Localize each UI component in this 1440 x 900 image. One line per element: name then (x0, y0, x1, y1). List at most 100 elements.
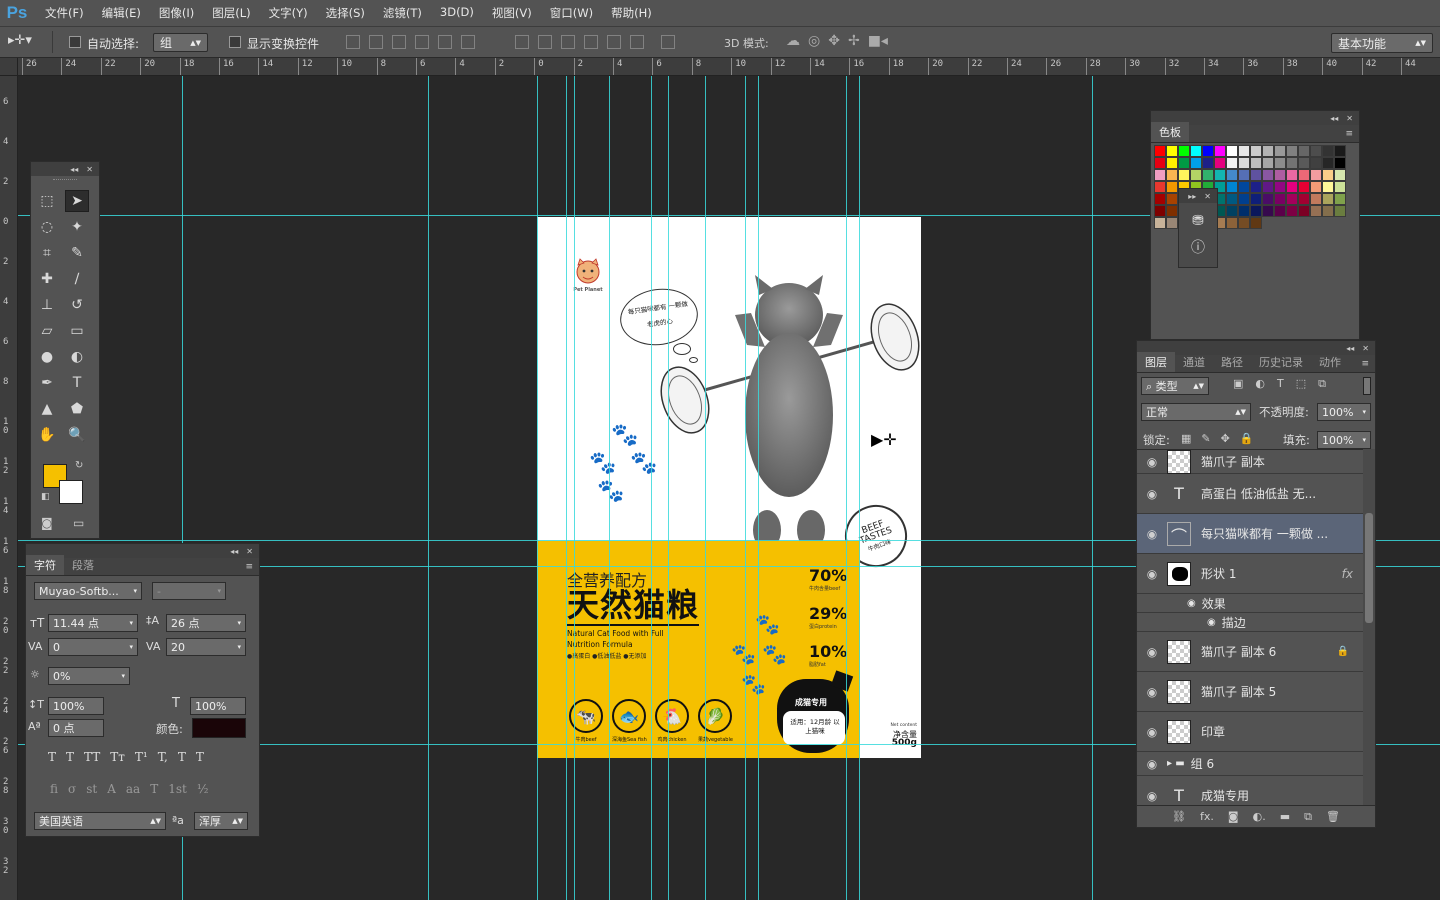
guide-vertical[interactable] (705, 76, 706, 900)
marquee-icon[interactable]: ⬚ (35, 190, 59, 212)
tab-character[interactable]: 字符 (26, 555, 64, 575)
3d-slide-icon[interactable]: ✢ (848, 33, 860, 49)
default-colors-icon[interactable]: ◧ (41, 492, 50, 502)
color-swatch[interactable] (1202, 169, 1214, 181)
3d-roll-icon[interactable]: ◎ (808, 33, 820, 49)
panel-menu-icon[interactable]: ≡ (239, 562, 259, 575)
color-swatch[interactable] (1226, 217, 1238, 229)
color-swatch[interactable] (1286, 157, 1298, 169)
color-swatch[interactable] (1298, 145, 1310, 157)
color-swatch[interactable] (1250, 181, 1262, 193)
visibility-eye-icon[interactable]: ◉ (1137, 455, 1167, 469)
color-swatch[interactable] (1298, 157, 1310, 169)
color-swatch[interactable] (1226, 181, 1238, 193)
color-swatch[interactable] (1298, 169, 1310, 181)
text-color-swatch[interactable] (192, 718, 246, 738)
hand-icon[interactable]: ✋ (35, 424, 59, 446)
color-swatch[interactable] (1238, 205, 1250, 217)
color-swatch[interactable] (1322, 169, 1334, 181)
lock-all-icon[interactable]: 🔒 (1240, 432, 1254, 445)
color-swatch[interactable] (1262, 181, 1274, 193)
visibility-eye-icon[interactable]: ◉ (1137, 527, 1167, 541)
distribute-left-icon[interactable] (584, 35, 598, 49)
guide-vertical[interactable] (846, 76, 847, 900)
distribute-bottom-icon[interactable] (561, 35, 575, 49)
distribute-hcenter-icon[interactable] (607, 35, 621, 49)
color-swatch[interactable] (1226, 169, 1238, 181)
color-swatch[interactable] (1166, 193, 1178, 205)
language-select[interactable]: 美国英语 ▲▼ (34, 812, 166, 830)
fill-input[interactable]: 100% ▾ (1317, 431, 1371, 449)
color-swatch[interactable] (1274, 205, 1286, 217)
layer-row[interactable]: ◉ 效果 (1137, 594, 1363, 613)
color-swatch[interactable] (1334, 181, 1346, 193)
horizontal-scale-input[interactable]: 100% (190, 697, 246, 715)
scroll-thumb[interactable] (1365, 513, 1373, 623)
color-swatch[interactable] (1154, 217, 1166, 229)
menu-item[interactable]: 文字(Y) (258, 5, 315, 21)
menu-item[interactable]: 3D(D) (429, 5, 481, 21)
align-bottom-icon[interactable] (392, 35, 406, 49)
fx-badge-icon[interactable]: fx (1342, 567, 1353, 581)
color-swatch[interactable] (1286, 145, 1298, 157)
filter-toggle[interactable] (1363, 377, 1371, 395)
tab-actions[interactable]: 动作 (1311, 352, 1349, 372)
close-icon[interactable]: ✕ (1204, 192, 1211, 201)
color-swatch[interactable] (1154, 145, 1166, 157)
folder-icon[interactable]: ▸ ▬ (1167, 758, 1185, 769)
guide-vertical[interactable] (651, 76, 652, 900)
history-brush-icon[interactable]: ↺ (65, 294, 89, 316)
text-style-button[interactable]: T (196, 750, 204, 764)
panel-menu-icon[interactable]: ≡ (1355, 359, 1375, 372)
color-swatch[interactable] (1250, 169, 1262, 181)
color-swatch[interactable] (1226, 145, 1238, 157)
color-swatch[interactable] (1226, 205, 1238, 217)
tab-paragraph[interactable]: 段落 (64, 555, 102, 575)
color-swatch[interactable] (1298, 193, 1310, 205)
color-swatch[interactable] (1154, 181, 1166, 193)
eyedropper-icon[interactable]: ✎ (65, 242, 89, 264)
menu-item[interactable]: 选择(S) (315, 5, 372, 21)
color-swatch[interactable] (1238, 157, 1250, 169)
effect-eye-icon[interactable]: ◉ (1187, 598, 1196, 609)
color-swatch[interactable] (1226, 193, 1238, 205)
color-swatch[interactable] (1274, 157, 1286, 169)
stamp-icon[interactable]: ⊥ (35, 294, 59, 316)
color-swatch[interactable] (1238, 217, 1250, 229)
color-swatch[interactable] (1154, 157, 1166, 169)
swap-colors-icon[interactable]: ↻ (75, 460, 83, 471)
color-swatch[interactable] (1334, 157, 1346, 169)
opacity-input[interactable]: 100% ▾ (1317, 403, 1371, 421)
text-style-button[interactable]: T, (158, 750, 168, 764)
color-swatch[interactable] (1250, 205, 1262, 217)
move-icon[interactable]: ➤ (65, 190, 89, 212)
guide-vertical[interactable] (668, 76, 669, 900)
filter-adjust-icon[interactable]: ◐ (1255, 377, 1265, 391)
color-swatch[interactable] (1190, 169, 1202, 181)
color-swatch[interactable] (1238, 181, 1250, 193)
color-swatch[interactable] (1190, 157, 1202, 169)
color-swatch[interactable] (1322, 193, 1334, 205)
tsume-input[interactable]: 0% ▾ (48, 667, 130, 685)
color-swatch[interactable] (1262, 157, 1274, 169)
menu-item[interactable]: 视图(V) (481, 5, 539, 21)
menu-item[interactable]: 图像(I) (148, 5, 201, 21)
color-swatch[interactable] (1310, 205, 1322, 217)
3d-drag-icon[interactable]: ✥ (828, 33, 840, 49)
opentype-button[interactable]: 1st (168, 782, 187, 796)
color-swatch[interactable] (1274, 145, 1286, 157)
visibility-eye-icon[interactable]: ◉ (1137, 645, 1167, 659)
opentype-button[interactable]: A (107, 782, 116, 796)
color-swatch[interactable] (1310, 193, 1322, 205)
quick-mask-icon[interactable]: ◙ (41, 516, 53, 530)
expand-icon[interactable]: ▸▸ (1188, 192, 1196, 201)
leading-input[interactable]: 26 点 ▾ (166, 614, 246, 632)
color-swatch[interactable] (1178, 169, 1190, 181)
color-swatch[interactable] (1250, 193, 1262, 205)
color-swatch[interactable] (1298, 205, 1310, 217)
blur-icon[interactable]: ● (35, 346, 59, 368)
collapse-icon[interactable]: ◂◂ (70, 165, 78, 174)
text-style-button[interactable]: T (178, 750, 186, 764)
adjustment-layer-icon[interactable]: ◐. (1253, 810, 1266, 823)
gradient-icon[interactable]: ▭ (65, 320, 89, 342)
